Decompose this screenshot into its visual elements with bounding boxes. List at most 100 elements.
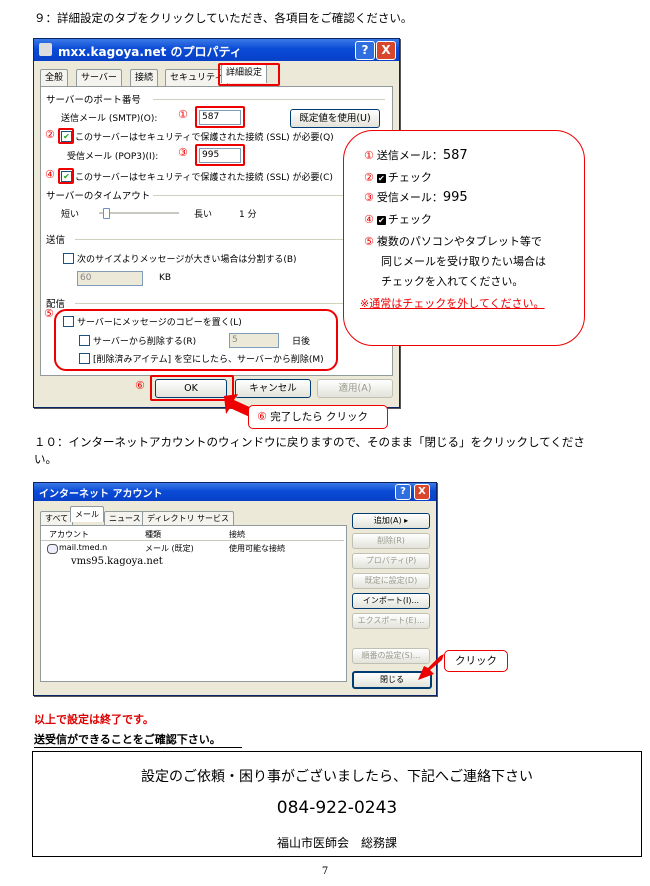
timeout-slider-thumb[interactable] [102,208,110,219]
tab-general[interactable]: 全般 [40,69,69,86]
callout-line-2: ② ✔ チェック [364,171,432,184]
row-account-type: メール (既定) [145,544,194,553]
timeout-group-label: サーバーのタイムアウト [46,191,151,202]
ports-group-label: サーバーのポート番号 [46,95,141,106]
ok-button[interactable]: OK [155,379,227,398]
apply-button[interactable]: 適用(A) [317,379,393,398]
smtp-port-highlight [195,106,245,128]
row-account-name: mail.tmed.n [59,543,108,552]
accounts-window: インターネット アカウント ? X すべて メール ニュース ディレクトリ サー… [33,482,437,696]
callout-line-4: ④ ✔ チェック [364,213,432,226]
checkbox-icon: ✔ [376,215,386,225]
marker-4: ④ [45,168,55,181]
step10-instruction: １０：インターネットアカウントのウィンドウに戻りますので、そのまま「閉じる」をク… [34,435,585,466]
contact-box: 設定のご依頼・困り事がございましたら、下記へご連絡下さい 084-922-024… [32,751,642,857]
callout-line-6: 同じメールを受け取りたい場合は [381,255,546,268]
remove-after-checkbox[interactable] [79,335,90,346]
delete-button[interactable]: 削除(R) [352,533,430,549]
accounts-tabs: すべて メール ニュース ディレクトリ サービス [40,506,340,525]
ports-rule [153,99,385,100]
close-icon[interactable]: X [414,484,430,500]
account-list[interactable]: アカウント 種類 接続 mail.tmed.n メール (既定) 使用可能な接続… [40,525,347,682]
settings-callout: ① 送信メール：587 ② ✔ チェック ③ 受信メール：995 ④ ✔ チェック ⑤ 複数の… [343,130,585,346]
confirm-message: 送受信ができることをご確認下さい。 [34,731,242,748]
close-icon[interactable]: X [376,41,396,60]
set-default-button[interactable]: 既定に設定(D) [352,573,430,589]
ssl-pop3-highlight [58,168,74,184]
properties-titlebar: mxx.kagoya.net のプロパティ ? X [34,39,399,61]
list-header-rule [41,540,344,541]
ssl-pop3-label: このサーバーはセキュリティで保護された接続 (SSL) が必要(C) [75,173,333,183]
timeout-slider[interactable] [99,208,179,219]
marker-3: ③ [178,146,188,159]
marker-6: ⑥ [135,379,145,392]
close-arrow-icon [418,654,444,680]
help-icon[interactable]: ? [395,484,411,500]
callout-line-5: ⑤ 複数のパソコンやタブレット等で [364,235,542,248]
checkbox-icon: ✔ [376,173,386,183]
contact-line: 設定のご依頼・困り事がございましたら、下記へご連絡下さい [141,769,533,785]
remove-deleted-checkbox[interactable] [79,353,90,364]
tab-servers[interactable]: サーバー [76,69,122,86]
help-icon[interactable]: ? [355,41,375,60]
split-size-input[interactable]: 60 [77,271,143,286]
mail-account-icon [47,544,58,554]
split-unit: KB [159,273,172,283]
add-button[interactable]: 追加(A) ▸ [352,513,430,529]
properties-title: mxx.kagoya.net のプロパティ [58,45,242,59]
split-checkbox[interactable] [63,253,74,264]
done-callout: ⑥ 完了したら クリック [248,405,388,429]
ssl-smtp-label: このサーバーはセキュリティで保護された接続 (SSL) が必要(Q) [75,133,334,143]
remove-days-unit: 日後 [292,337,311,347]
mail-app-icon [39,43,52,56]
step9-instruction: ９：詳細設定のタブをクリックしていただき、各項目をご確認ください。 [34,11,413,25]
remove-deleted-label: [削除済みアイテム] を空にしたら、サーバーから削除(M) [93,355,324,365]
use-default-button[interactable]: 既定値を使用(U) [290,109,380,128]
column-account[interactable]: アカウント [49,529,89,540]
contact-organization: 福山市医師会 総務課 [276,836,397,850]
pop3-label: 受信メール (POP3)(I): [67,152,159,162]
tab-connection[interactable]: 接続 [130,69,159,86]
timeout-short-label: 短い [61,210,80,220]
remove-days-input[interactable]: 5 [229,333,279,348]
properties-button[interactable]: プロパティ(P) [352,553,430,569]
tab-all[interactable]: すべて [40,511,74,525]
pop3-port-highlight [195,144,245,166]
delivery-rule [75,303,385,304]
tab-directory[interactable]: ディレクトリ サービス [142,511,234,525]
ssl-smtp-highlight [58,128,74,144]
callout-line-1: ① 送信メール：587 [364,148,468,163]
tab-mail[interactable]: メール [70,506,104,522]
timeout-value: 1 分 [239,210,257,220]
leave-copy-label: サーバーにメッセージのコピーを置く(L) [77,318,242,328]
callout-line-3: ③ 受信メール：995 [364,190,468,205]
click-callout: クリック [444,650,508,672]
accounts-title: インターネット アカウント [39,489,163,500]
server-name-label: vms95.kagoya.net [71,556,163,567]
column-connection[interactable]: 接続 [229,529,245,540]
accounts-titlebar: インターネット アカウント ? X [34,483,436,501]
callout-line-7: チェックを入れてください。 [381,275,524,288]
finish-message: 以上で設定は終了です。 [34,713,154,726]
advanced-pane: サーバーのポート番号 送信メール (SMTP)(O): ① 587 既定値を使用… [40,86,393,376]
export-button[interactable]: エクスポート(E)... [352,613,430,629]
marker-2: ② [45,128,55,141]
send-rule [75,239,385,240]
smtp-label: 送信メール (SMTP)(O): [61,114,158,124]
tab-news[interactable]: ニュース [104,511,146,525]
timeout-long-label: 長い [194,210,213,220]
advanced-tab-highlight [218,63,280,86]
column-type[interactable]: 種類 [145,529,161,540]
import-button[interactable]: インポート(I)... [352,593,430,609]
remove-after-label: サーバーから削除する(R) [93,337,197,347]
leave-copy-checkbox[interactable] [63,316,74,327]
contact-phone: 084-922-0243 [276,798,398,818]
marker-5: ⑤ [44,307,54,320]
page-number: 7 [321,866,329,877]
properties-tabs: 全般 サーバー 接続 セキュリティ 詳細設定 [40,64,390,87]
chevron-right-icon: ▸ [404,516,409,525]
row-account-connection: 使用可能な接続 [229,544,285,553]
send-group-label: 送信 [46,235,66,246]
marker-1: ① [178,108,188,121]
table-row[interactable]: mail.tmed.n メール (既定) 使用可能な接続 [45,543,335,555]
